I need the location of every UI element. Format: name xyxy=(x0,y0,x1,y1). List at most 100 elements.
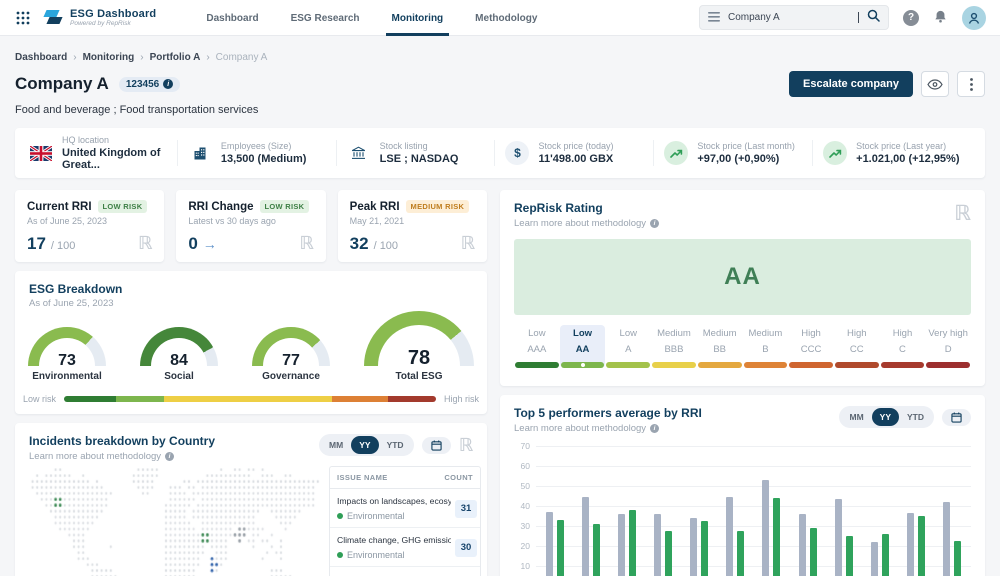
info-item-hq-location: HQ locationUnited Kingdom of Great... xyxy=(29,135,177,171)
incidents-by-country-card: Incidents breakdown by Country Learn mor… xyxy=(15,423,487,576)
bar-group xyxy=(654,514,672,576)
rating-grade: D xyxy=(925,344,971,355)
incident-count-badge: 31 xyxy=(455,500,477,518)
toggle-ytd[interactable]: YTD xyxy=(379,436,412,454)
issue-row[interactable]: Impacts on landscapes, ecosystems an...E… xyxy=(330,489,480,528)
toggle-mm[interactable]: MM xyxy=(841,408,871,426)
bar-group xyxy=(546,512,564,576)
high-risk-label: High risk xyxy=(444,394,479,404)
breadcrumb-item-portfolio-a[interactable]: Portfolio A xyxy=(150,52,201,63)
gauge-governance: 77Governance xyxy=(252,327,330,382)
incidents-methodology-link[interactable]: Learn more about methodologyi xyxy=(29,451,215,462)
toggle-yy[interactable]: YY xyxy=(872,408,899,426)
company-sectors: Food and beverage ; Food transportation … xyxy=(15,104,985,116)
info-item-stock-price-last-month-: Stock price (Last month)+97,00 (+0,90%) xyxy=(654,141,812,165)
info-icon: i xyxy=(165,452,174,461)
bar-group xyxy=(907,513,925,576)
reprisk-rating-card: RepRisk Rating Learn more about methodol… xyxy=(500,190,985,386)
gradient-segment xyxy=(116,396,164,402)
watch-eye-button[interactable] xyxy=(921,71,949,97)
brand-logo[interactable]: ESG Dashboard Powered by RepRisk xyxy=(42,8,156,27)
risk-level-badge: MEDIUM RISK xyxy=(406,200,470,213)
issue-row[interactable]: Forced laborSocial27 xyxy=(330,567,480,576)
more-options-kebab-button[interactable] xyxy=(957,71,985,97)
risk-level-badge: LOW RISK xyxy=(260,200,310,213)
gauge-value: 77 xyxy=(252,352,330,367)
reprisk-watermark-icon: ℝ xyxy=(459,435,473,456)
table-header-count: COUNT xyxy=(444,473,473,482)
bar-group xyxy=(835,499,853,576)
incidents-calendar-icon[interactable] xyxy=(422,437,451,454)
info-icon[interactable]: i xyxy=(163,79,173,89)
current-rating-box: AA xyxy=(514,239,971,315)
user-avatar[interactable] xyxy=(962,6,986,30)
nav-item-dashboard[interactable]: Dashboard xyxy=(190,0,274,36)
bar-gray xyxy=(582,497,589,576)
selected-marker xyxy=(581,363,585,367)
toggle-yy[interactable]: YY xyxy=(351,436,378,454)
incidents-period-toggle: MMYYYTD xyxy=(319,434,414,456)
rri-card-subtitle: Latest vs 30 days ago xyxy=(188,216,313,226)
gauge-label: Environmental xyxy=(32,371,101,382)
bar-green xyxy=(882,534,889,576)
nav-item-monitoring[interactable]: Monitoring xyxy=(376,0,460,36)
toggle-mm[interactable]: MM xyxy=(321,436,351,454)
top5-calendar-icon[interactable] xyxy=(942,409,971,426)
rating-color-segment xyxy=(835,362,879,368)
toggle-ytd[interactable]: YTD xyxy=(899,408,932,426)
rri-card-title: RRI Change xyxy=(188,201,253,213)
info-label: Employees (Size) xyxy=(221,141,307,151)
rating-cc: HighCC xyxy=(834,325,880,368)
nav-item-esg-research[interactable]: ESG Research xyxy=(275,0,376,36)
rating-color-segment xyxy=(515,362,559,368)
notifications-bell-icon[interactable] xyxy=(933,9,948,27)
peak-rri-card: Peak RRIMEDIUM RISKMay 21, 202132/ 100ℝ xyxy=(338,190,487,262)
bar-gray xyxy=(690,518,697,576)
bar-gray xyxy=(943,502,950,576)
dollar-icon: $ xyxy=(505,141,529,165)
issue-table: ISSUE NAMECOUNTImpacts on landscapes, ec… xyxy=(329,466,481,576)
app-launcher-icon[interactable] xyxy=(14,9,32,27)
gauge-label: Total ESG xyxy=(395,371,442,382)
rating-color-segment xyxy=(789,362,833,368)
bar-gray xyxy=(726,497,733,576)
breadcrumb-item-dashboard[interactable]: Dashboard xyxy=(15,52,67,63)
risk-gradient-bar xyxy=(64,396,436,402)
rating-tier: Very high xyxy=(925,328,971,339)
company-id-badge[interactable]: 123456 i xyxy=(119,77,180,92)
app-root: ESG Dashboard Powered by RepRisk Dashboa… xyxy=(0,0,1000,576)
help-icon[interactable]: ? xyxy=(903,10,919,26)
rating-methodology-link[interactable]: Learn more about methodologyi xyxy=(514,218,659,229)
top5-performers-card: Top 5 performers average by RRI Learn mo… xyxy=(500,395,985,576)
top5-methodology-link[interactable]: Learn more about methodologyi xyxy=(514,423,702,434)
rating-color-segment xyxy=(652,362,696,368)
search-input[interactable]: Company A xyxy=(728,12,856,23)
breadcrumb-item-monitoring[interactable]: Monitoring xyxy=(83,52,135,63)
search-box[interactable]: Company A xyxy=(699,5,889,30)
current-rating-value: AA xyxy=(724,263,761,291)
rating-tier: Medium xyxy=(651,328,697,339)
issue-row[interactable]: Climate change, GHG emissions, and gl...… xyxy=(330,528,480,567)
nav-item-methodology[interactable]: Methodology xyxy=(459,0,553,36)
current-rri-card: Current RRILOW RISKAs of June 25, 202317… xyxy=(15,190,164,262)
info-icon: i xyxy=(650,219,659,228)
search-icon[interactable] xyxy=(867,9,880,27)
bar-green xyxy=(629,510,636,576)
info-icon: i xyxy=(650,424,659,433)
gauge-label: Social xyxy=(164,371,193,382)
info-label: Stock listing xyxy=(380,141,459,151)
brand-subtitle: Powered by RepRisk xyxy=(70,20,156,27)
info-value: United Kingdom of Great... xyxy=(62,147,177,171)
bar-green xyxy=(846,536,853,576)
bank-icon xyxy=(347,146,371,160)
rri-card-title: Peak RRI xyxy=(350,201,400,213)
primary-nav: DashboardESG ResearchMonitoringMethodolo… xyxy=(190,0,553,35)
rating-tier: Low xyxy=(605,328,651,339)
escalate-company-button[interactable]: Escalate company xyxy=(789,71,913,97)
bar-green xyxy=(593,524,600,576)
menu-icon[interactable] xyxy=(708,9,720,27)
low-risk-label: Low risk xyxy=(23,394,56,404)
bar-green xyxy=(737,531,744,576)
rating-color-segment xyxy=(744,362,788,368)
rating-grade: BBB xyxy=(651,344,697,355)
